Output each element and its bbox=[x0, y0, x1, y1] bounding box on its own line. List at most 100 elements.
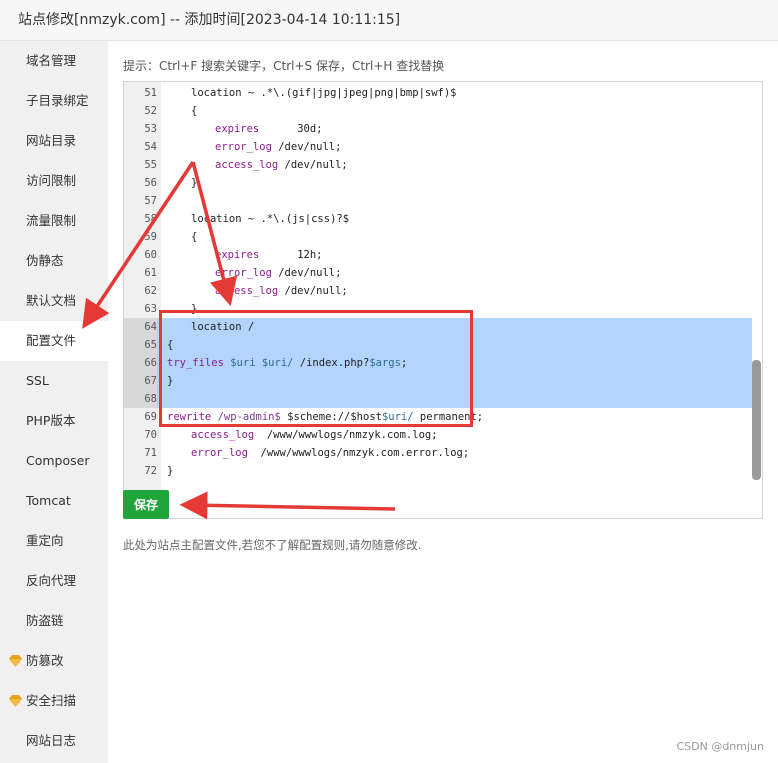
sidebar-item[interactable]: 反向代理 bbox=[0, 561, 108, 601]
code-line[interactable]: 62 access_log /dev/null; bbox=[124, 282, 752, 300]
line-number: 64 bbox=[124, 318, 157, 336]
code-line[interactable]: 59 { bbox=[124, 228, 752, 246]
line-number: 69 bbox=[144, 411, 157, 423]
code-line[interactable]: 60 expires 12h; bbox=[124, 246, 752, 264]
line-code: } bbox=[191, 303, 198, 315]
line-code: expires 30d; bbox=[215, 123, 323, 135]
line-number: 72 bbox=[144, 465, 157, 477]
sidebar-item-label: 网站目录 bbox=[26, 133, 77, 148]
config-warning-note: 此处为站点主配置文件,若您不了解配置规则,请勿随意修改. bbox=[123, 538, 422, 552]
code-line[interactable]: 52 { bbox=[124, 102, 752, 120]
code-line[interactable]: 72} bbox=[124, 462, 752, 480]
line-number: 59 bbox=[144, 231, 157, 243]
sidebar-item-label: 防篡改 bbox=[26, 653, 64, 668]
sidebar: 域名管理子目录绑定网站目录访问限制流量限制伪静态默认文档配置文件 SSL PHP版本… bbox=[0, 41, 108, 763]
editor-scrollbar[interactable] bbox=[752, 360, 761, 480]
line-number: 52 bbox=[144, 105, 157, 117]
line-code: error_log /www/wwwlogs/nmzyk.com.error.l… bbox=[191, 447, 470, 459]
editor-hint: 提示：Ctrl+F 搜索关键字，Ctrl+S 保存，Ctrl+H 查找替换 bbox=[123, 59, 445, 73]
sidebar-item-label: 域名管理 bbox=[26, 53, 77, 68]
line-number: 58 bbox=[144, 213, 157, 225]
code-line[interactable]: 58 location ~ .*\.(js|css)?$ bbox=[124, 210, 752, 228]
line-number: 55 bbox=[144, 159, 157, 171]
sidebar-item[interactable]: 配置文件 bbox=[0, 321, 108, 361]
sidebar-item-label: 配置文件 bbox=[26, 333, 77, 348]
line-number: 53 bbox=[144, 123, 157, 135]
code-line[interactable]: 61 error_log /dev/null; bbox=[124, 264, 752, 282]
line-code: location ~ .*\.(gif|jpg|jpeg|png|bmp|swf… bbox=[191, 87, 457, 99]
code-editor[interactable]: 51 location ~ .*\.(gif|jpg|jpeg|png|bmp|s… bbox=[123, 81, 763, 519]
code-line[interactable]: 56} bbox=[124, 174, 752, 192]
line-code: { bbox=[191, 105, 198, 117]
line-code: access_log /dev/null; bbox=[215, 159, 348, 171]
sidebar-item[interactable]: 伪静态 bbox=[0, 241, 108, 281]
sidebar-item-label: Tomcat bbox=[26, 493, 71, 508]
line-code: error_log /dev/null; bbox=[215, 267, 342, 279]
sidebar-item-label: 反向代理 bbox=[26, 573, 77, 588]
sidebar-item[interactable]: 防篡改 bbox=[0, 641, 108, 681]
code-line[interactable]: 54 error_log /dev/null; bbox=[124, 138, 752, 156]
sidebar-item[interactable]: 安全扫描 bbox=[0, 681, 108, 721]
sidebar-item[interactable]: PHP版本 bbox=[0, 401, 108, 441]
line-number: 60 bbox=[144, 249, 157, 261]
line-code: { bbox=[191, 231, 198, 243]
sidebar-item[interactable]: 网站日志 bbox=[0, 721, 108, 761]
sidebar-item[interactable]: 重定向 bbox=[0, 521, 108, 561]
code-line[interactable]: 55 access_log /dev/null; bbox=[124, 156, 752, 174]
line-code: error_log /dev/null; bbox=[215, 141, 342, 153]
sidebar-item[interactable]: 防盗链 bbox=[0, 601, 108, 641]
sidebar-item-label: 子目录绑定 bbox=[26, 93, 89, 108]
line-number: 57 bbox=[144, 195, 157, 207]
code-line[interactable]: 67} bbox=[124, 372, 752, 390]
code-line[interactable]: 71 error_log /www/wwwlogs/nmzyk.com.error… bbox=[124, 444, 752, 462]
line-code: rewrite /wp-admin$ $scheme://$host$uri/ … bbox=[167, 411, 484, 423]
line-number: 54 bbox=[144, 141, 157, 153]
sidebar-item-label: 重定向 bbox=[26, 533, 64, 548]
code-line[interactable]: 70 access_log /www/wwwlogs/nmzyk.com.log; bbox=[124, 426, 752, 444]
sidebar-item[interactable]: 域名管理 bbox=[0, 41, 108, 81]
sidebar-item[interactable]: 流量限制 bbox=[0, 201, 108, 241]
line-number: 62 bbox=[144, 285, 157, 297]
diamond-icon bbox=[9, 695, 22, 707]
line-code: { bbox=[167, 339, 174, 351]
line-number: 71 bbox=[144, 447, 157, 459]
save-button[interactable]: 保存 bbox=[123, 490, 169, 519]
line-number: 65 bbox=[124, 336, 157, 354]
line-number: 63 bbox=[144, 303, 157, 315]
line-number: 68 bbox=[124, 390, 157, 408]
line-number: 66 bbox=[124, 354, 157, 372]
sidebar-item-label: 访问限制 bbox=[26, 173, 77, 188]
line-number: 70 bbox=[144, 429, 157, 441]
line-code: location ~ .*\.(js|css)?$ bbox=[191, 213, 350, 225]
sidebar-item-label: Composer bbox=[26, 453, 90, 468]
sidebar-item[interactable]: Tomcat bbox=[0, 481, 108, 521]
code-line[interactable]: 68 bbox=[124, 390, 752, 408]
code-line[interactable]: 65 { bbox=[124, 336, 752, 354]
sidebar-item-label: 流量限制 bbox=[26, 213, 77, 228]
line-number: 61 bbox=[144, 267, 157, 279]
code-line[interactable]: 63} bbox=[124, 300, 752, 318]
line-code: access_log /dev/null; bbox=[215, 285, 348, 297]
code-line[interactable]: 66 try_files $uri $uri/ /index.php?$args; bbox=[124, 354, 752, 372]
sidebar-item[interactable]: Composer bbox=[0, 441, 108, 481]
line-code: expires 12h; bbox=[215, 249, 323, 261]
code-line[interactable]: 69 rewrite /wp-admin$ $scheme://$host$uri… bbox=[124, 408, 752, 426]
sidebar-item[interactable]: 子目录绑定 bbox=[0, 81, 108, 121]
sidebar-item-label: 默认文档 bbox=[26, 293, 77, 308]
sidebar-item-label: SSL bbox=[26, 373, 49, 388]
code-line[interactable]: 51 location ~ .*\.(gif|jpg|jpeg|png|bmp|s… bbox=[124, 84, 752, 102]
dialog-title: 站点修改[nmzyk.com] -- 添加时间[2023-04-14 10:11… bbox=[0, 0, 778, 41]
main-panel: 提示：Ctrl+F 搜索关键字，Ctrl+S 保存，Ctrl+H 查找替换 51… bbox=[108, 41, 778, 763]
code-line[interactable]: 57 bbox=[124, 192, 752, 210]
line-code: } bbox=[191, 177, 198, 189]
sidebar-item-label: 安全扫描 bbox=[26, 693, 77, 708]
sidebar-item[interactable]: 网站目录 bbox=[0, 121, 108, 161]
sidebar-item[interactable]: 默认文档 bbox=[0, 281, 108, 321]
sidebar-item-label: PHP版本 bbox=[26, 413, 76, 428]
code-line[interactable]: 53 expires 30d; bbox=[124, 120, 752, 138]
sidebar-item[interactable]: 访问限制 bbox=[0, 161, 108, 201]
code-line[interactable]: 64 location / bbox=[124, 318, 752, 336]
line-code: try_files $uri $uri/ /index.php?$args; bbox=[167, 357, 408, 369]
diamond-icon bbox=[9, 655, 22, 667]
sidebar-item[interactable]: SSL bbox=[0, 361, 108, 401]
